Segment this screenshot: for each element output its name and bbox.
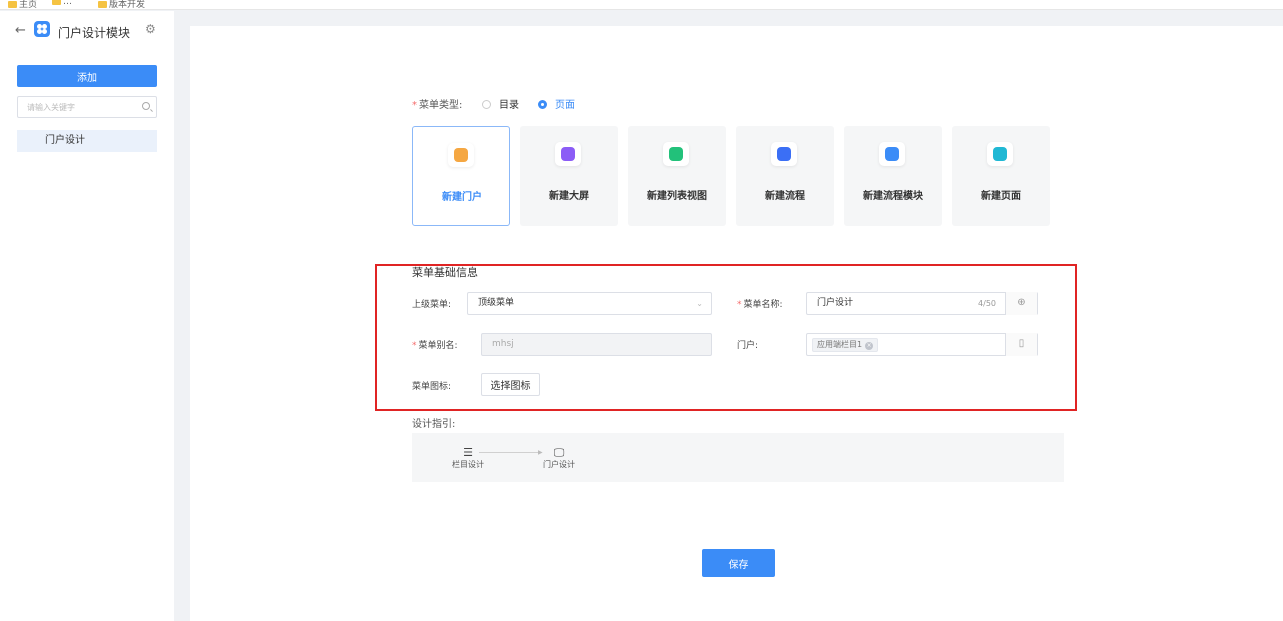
portal-label: 门户: [737,341,759,351]
save-button[interactable]: 保存 [702,549,775,577]
bookmarks-bar: 主页 … 版本开发 [0,0,1283,10]
screen-icon [555,142,581,166]
portal-select[interactable]: 应用端栏目1 × ▯ [806,333,1038,356]
add-button[interactable]: 添加 [17,65,157,87]
card-new-screen[interactable]: 新建大屏 [520,126,618,226]
design-guide: ☰ 栏目设计 ▶ 🖵 门户设计 [412,433,1064,482]
arrow-right-icon: ▶ [538,449,543,456]
sidebar-item-portal-design[interactable]: 门户设计 [17,130,157,152]
folder-icon [98,1,107,8]
menu-alias-label: * 菜单别名: [412,341,458,351]
menu-alias-input: mhsj [481,333,712,356]
menu-type-label: 菜单类型: [419,100,463,111]
monitor-icon: 🖵 [553,446,565,459]
bookmark-item[interactable]: 主页 [8,0,37,9]
guide-step-portal-design[interactable]: 🖵 门户设计 [543,446,575,470]
bookmark-item[interactable]: … [52,0,72,7]
folder-icon [52,0,61,5]
portal-icon [448,143,474,167]
guide-arrow-line [479,452,541,453]
card-new-portal[interactable]: 新建门户 [412,126,510,226]
radio-checked-icon [538,100,547,109]
menu-name-input[interactable]: 门户设计 4/50 ⊕ [806,292,1038,315]
page-icon [987,142,1013,166]
folder-icon [8,1,17,8]
flow-icon [771,142,797,166]
section-title: 菜单基础信息 [412,266,478,279]
radio-directory[interactable]: 目录 [482,96,519,111]
settings-gear-icon[interactable]: ⚙ [145,22,156,36]
card-new-flow-module[interactable]: 新建流程模块 [844,126,942,226]
parent-menu-label: 上级菜单: [412,300,452,310]
design-guide-label: 设计指引: [412,419,456,430]
card-new-page[interactable]: 新建页面 [952,126,1050,226]
app-title: 门户设计模块 [58,26,131,40]
content-gutter [174,11,190,621]
globe-icon[interactable]: ⊕ [1005,292,1037,315]
copy-icon[interactable]: ▯ [1005,333,1037,356]
radio-circle-icon [482,100,491,109]
search-box [17,96,157,118]
tag-close-icon[interactable]: × [865,342,874,350]
search-input[interactable] [18,97,136,117]
char-counter: 4/50 [978,299,996,308]
back-arrow-icon[interactable]: ← [15,23,26,38]
search-icon[interactable] [142,102,150,110]
radio-page[interactable]: 页面 [538,96,575,111]
portal-tag: 应用端栏目1 × [812,338,879,352]
guide-step-column-design[interactable]: ☰ 栏目设计 [452,446,484,470]
parent-menu-select[interactable]: 顶级菜单 ⌄ [467,292,712,315]
menu-icon-label: 菜单图标: [412,382,452,392]
menu-name-label: * 菜单名称: [737,300,783,310]
select-icon-button[interactable]: 选择图标 [481,373,540,396]
list-view-icon [663,142,689,166]
card-new-list-view[interactable]: 新建列表视图 [628,126,726,226]
bookmark-item[interactable]: 版本开发 [98,0,145,9]
card-new-flow[interactable]: 新建流程 [736,126,834,226]
menu-type-row: * 菜单类型: 目录 页面 [412,96,575,111]
flow-module-icon [879,142,905,166]
app-logo-icon [34,21,50,37]
sidebar: ← 门户设计模块 ⚙ 添加 门户设计 [0,11,174,621]
chevron-down-icon: ⌄ [696,299,703,308]
